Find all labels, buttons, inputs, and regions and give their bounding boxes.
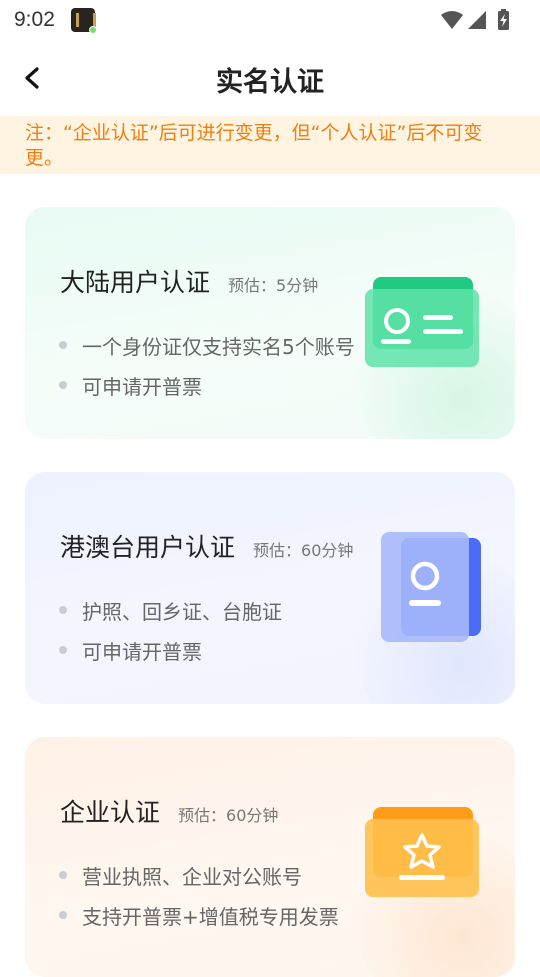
status-bar: 9:02: [0, 0, 540, 40]
card-time-estimate: 预估：60分钟: [253, 541, 354, 560]
card-time-estimate: 预估：60分钟: [178, 806, 279, 825]
list-item: 可申请开普票: [59, 630, 282, 670]
wifi-icon: [441, 11, 463, 29]
cellular-signal-icon: [468, 11, 486, 29]
list-item: 一个身份证仅支持实名5个账号: [59, 325, 355, 365]
notice-banner: 注：“企业认证”后可进行变更，但“个人认证”后不可变更。: [0, 116, 540, 174]
card-enterprise-verification[interactable]: 企业认证 预估：60分钟 营业执照、企业对公账号 支持开普票+增值税专用发票: [25, 737, 515, 977]
card-title: 大陆用户认证: [60, 268, 211, 297]
card-title-row: 大陆用户认证 预估：5分钟: [60, 263, 318, 299]
status-indicators: [440, 9, 520, 31]
app-notification-icon: [71, 8, 97, 34]
list-item: 可申请开普票: [59, 365, 355, 405]
page-title: 实名认证: [216, 67, 324, 98]
card-bullet-list: 护照、回乡证、台胞证 可申请开普票: [59, 590, 282, 670]
card-title-row: 港澳台用户认证 预估：60分钟: [60, 528, 353, 564]
card-hk-macao-taiwan-user-verification[interactable]: 港澳台用户认证 预估：60分钟 护照、回乡证、台胞证 可申请开普票: [25, 472, 515, 704]
list-item: 支持开普票+增值税专用发票: [59, 895, 339, 935]
card-mainland-user-verification[interactable]: 大陆用户认证 预估：5分钟 一个身份证仅支持实名5个账号 可申请开普票: [25, 207, 515, 439]
passport-icon: [381, 532, 481, 642]
card-time-estimate: 预估：5分钟: [228, 276, 319, 295]
enterprise-star-icon: [365, 807, 479, 897]
card-title-row: 企业认证 预估：60分钟: [60, 793, 278, 829]
battery-icon: [498, 9, 509, 30]
card-bullet-list: 营业执照、企业对公账号 支持开普票+增值税专用发票: [59, 855, 339, 935]
status-time: 9:02: [14, 8, 55, 31]
list-item: 护照、回乡证、台胞证: [59, 590, 282, 630]
top-app-bar: 实名认证: [0, 40, 540, 116]
card-title: 港澳台用户认证: [60, 533, 236, 562]
notice-text: 注：“企业认证”后可进行变更，但“个人认证”后不可变更。: [25, 122, 483, 169]
id-card-icon: [365, 277, 479, 367]
card-bullet-list: 一个身份证仅支持实名5个账号 可申请开普票: [59, 325, 355, 405]
list-item: 营业执照、企业对公账号: [59, 855, 339, 895]
card-title: 企业认证: [60, 798, 161, 827]
